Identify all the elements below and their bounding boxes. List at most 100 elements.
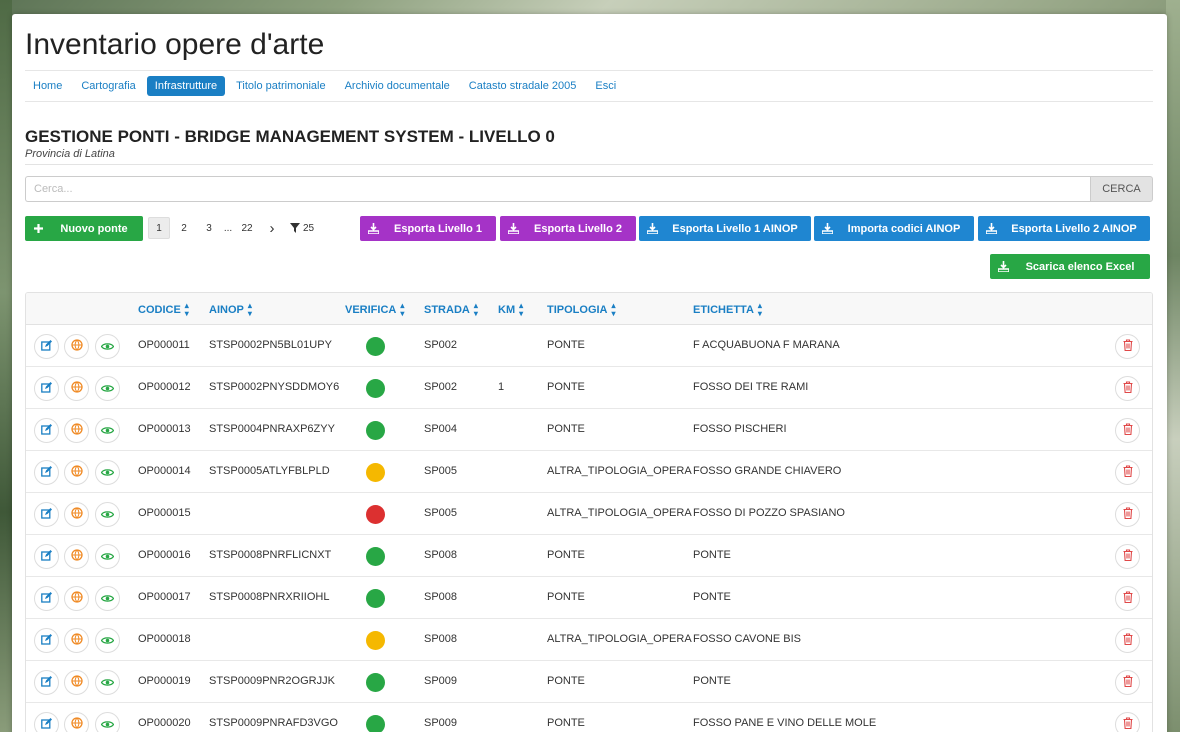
map-button[interactable] [64, 544, 89, 569]
delete-button[interactable] [1115, 544, 1140, 569]
map-button[interactable] [64, 502, 89, 527]
search-input[interactable] [25, 176, 1090, 202]
edit-button[interactable] [34, 544, 59, 569]
delete-button[interactable] [1115, 502, 1140, 527]
map-button[interactable] [64, 628, 89, 653]
map-button[interactable] [64, 712, 89, 732]
map-button[interactable] [64, 334, 89, 359]
map-button[interactable] [64, 418, 89, 443]
background-left [0, 0, 12, 732]
edit-button[interactable] [34, 502, 59, 527]
excel-download-button[interactable]: Scarica elenco Excel [990, 254, 1150, 279]
nav-item-titolo-patrimoniale[interactable]: Titolo patrimoniale [228, 76, 333, 96]
eye-icon [100, 422, 115, 440]
view-button[interactable] [95, 460, 120, 485]
map-button[interactable] [64, 460, 89, 485]
page-last[interactable]: 22 [236, 217, 258, 239]
nav-item-cartografia[interactable]: Cartografia [73, 76, 143, 96]
export-level1-ainop-button[interactable]: Esporta Livello 1 AINOP [639, 216, 811, 241]
view-button[interactable] [95, 586, 120, 611]
cell-etichetta: FOSSO DEI TRE RAMI [693, 381, 809, 393]
cell-tipologia: PONTE [547, 591, 585, 603]
header-etichetta[interactable]: ETICHETTA ▴ ▾ [693, 302, 762, 318]
delete-button[interactable] [1115, 628, 1140, 653]
delete-button[interactable] [1115, 334, 1140, 359]
export-level2-ainop-button[interactable]: Esporta Livello 2 AINOP [978, 216, 1150, 241]
verifica-status-dot [366, 631, 385, 650]
delete-button[interactable] [1115, 460, 1140, 485]
view-button[interactable] [95, 628, 120, 653]
edit-button[interactable] [34, 418, 59, 443]
edit-button[interactable] [34, 628, 59, 653]
next-page-button[interactable]: › [261, 217, 283, 239]
edit-button[interactable] [34, 586, 59, 611]
view-button[interactable] [95, 502, 120, 527]
cell-etichetta: PONTE [693, 591, 731, 603]
verifica-status-dot [366, 379, 385, 398]
cell-strada: SP009 [424, 717, 458, 729]
delete-button[interactable] [1115, 418, 1140, 443]
cell-ainop: STSP0009PNRAFD3VGO [209, 717, 338, 729]
nav-item-catasto-stradale-2005[interactable]: Catasto stradale 2005 [461, 76, 585, 96]
nav-item-infrastrutture[interactable]: Infrastrutture [146, 76, 226, 96]
map-button[interactable] [64, 670, 89, 695]
trash-icon [1123, 380, 1133, 398]
header-strada[interactable]: STRADA ▴ ▾ [424, 302, 478, 318]
edit-icon [41, 590, 52, 608]
header-tipologia[interactable]: TIPOLOGIA ▴ ▾ [547, 302, 616, 318]
delete-button[interactable] [1115, 586, 1140, 611]
edit-button[interactable] [34, 334, 59, 359]
export-level1-ainop-label: Esporta Livello 1 AINOP [672, 222, 798, 235]
table-row: OP000013 STSP0004PNRAXP6ZYY SP004 PONTE … [26, 409, 1152, 451]
nav-item-esci[interactable]: Esci [587, 76, 624, 96]
table-row: OP000014 STSP0005ATLYFBLPLD SP005 ALTRA_… [26, 451, 1152, 493]
edit-button[interactable] [34, 460, 59, 485]
export-level2-button[interactable]: Esporta Livello 2 [500, 216, 636, 241]
cell-codice: OP000012 [138, 381, 191, 393]
view-button[interactable] [95, 544, 120, 569]
cell-strada: SP002 [424, 339, 458, 351]
import-ainop-button[interactable]: Importa codici AINOP [814, 216, 974, 241]
new-bridge-button[interactable]: Nuovo ponte [25, 216, 143, 241]
map-button[interactable] [64, 586, 89, 611]
page-title: GESTIONE PONTI - BRIDGE MANAGEMENT SYSTE… [25, 127, 555, 146]
globe-icon [70, 674, 83, 692]
edit-icon [41, 674, 52, 692]
nav-item-home[interactable]: Home [25, 76, 70, 96]
view-button[interactable] [95, 376, 120, 401]
cell-strada: SP004 [424, 423, 458, 435]
delete-button[interactable] [1115, 376, 1140, 401]
export-level1-button[interactable]: Esporta Livello 1 [360, 216, 496, 241]
eye-icon [100, 632, 115, 650]
nav-item-archivio-documentale[interactable]: Archivio documentale [337, 76, 458, 96]
cell-codice: OP000013 [138, 423, 191, 435]
delete-button[interactable] [1115, 712, 1140, 732]
page-1[interactable]: 1 [148, 217, 170, 239]
header-codice[interactable]: CODICE ▴ ▾ [138, 302, 189, 318]
edit-button[interactable] [34, 670, 59, 695]
map-button[interactable] [64, 376, 89, 401]
edit-icon [41, 422, 52, 440]
delete-button[interactable] [1115, 670, 1140, 695]
header-km[interactable]: KM ▴ ▾ [498, 302, 523, 318]
header-codice-label: CODICE [138, 304, 181, 316]
view-button[interactable] [95, 334, 120, 359]
header-verifica[interactable]: VERIFICA ▴ ▾ [345, 302, 404, 318]
page-2[interactable]: 2 [173, 217, 195, 239]
page-3[interactable]: 3 [198, 217, 220, 239]
cell-codice: OP000017 [138, 591, 191, 603]
trash-icon [1123, 464, 1133, 482]
view-button[interactable] [95, 712, 120, 732]
view-button[interactable] [95, 418, 120, 443]
header-ainop[interactable]: AINOP ▴ ▾ [209, 302, 252, 318]
view-button[interactable] [95, 670, 120, 695]
sort-icon: ▴ ▾ [400, 301, 405, 318]
edit-button[interactable] [34, 376, 59, 401]
edit-button[interactable] [34, 712, 59, 732]
cell-etichetta: FOSSO PISCHERI [693, 423, 787, 435]
cell-etichetta: PONTE [693, 675, 731, 687]
table-row: OP000020 STSP0009PNRAFD3VGO SP009 PONTE … [26, 703, 1152, 732]
per-page-filter[interactable]: 25 [290, 223, 314, 234]
search-button[interactable]: CERCA [1090, 176, 1153, 202]
verifica-status-dot [366, 337, 385, 356]
